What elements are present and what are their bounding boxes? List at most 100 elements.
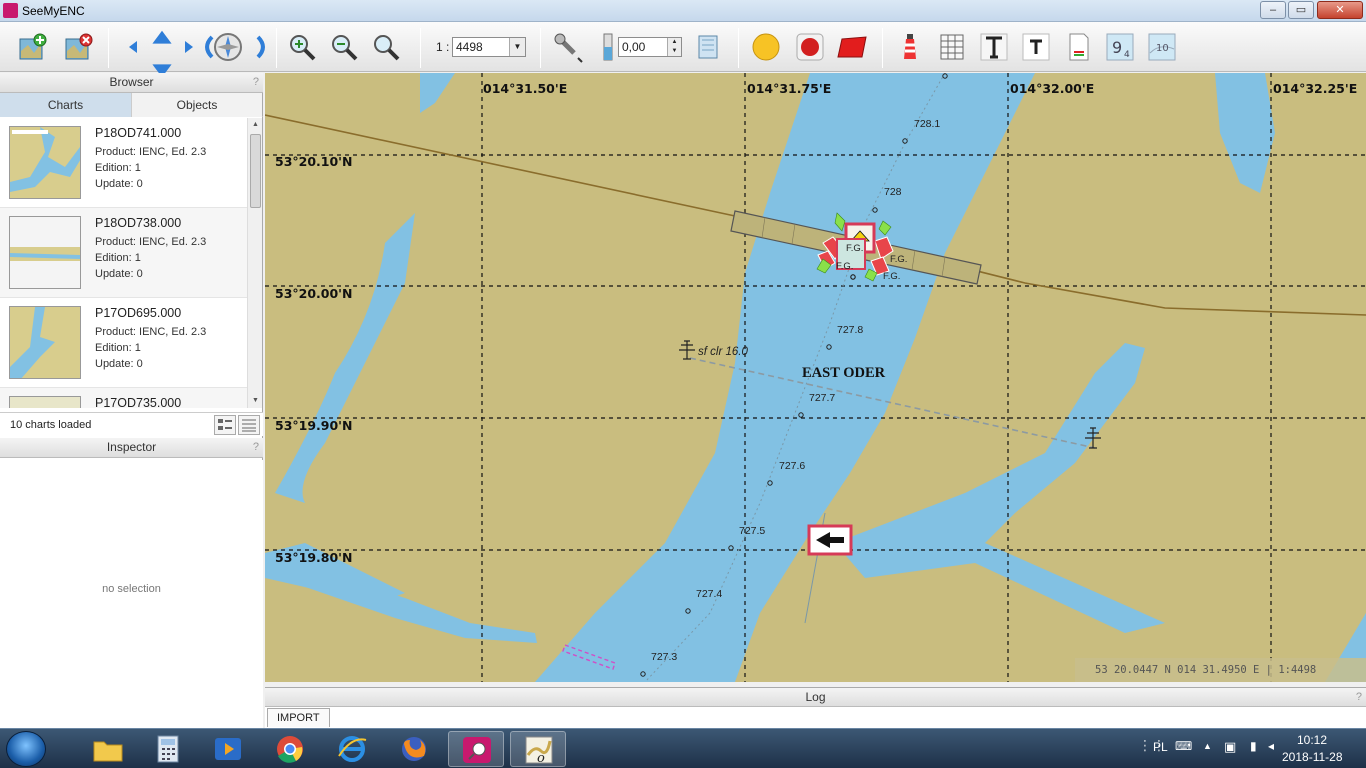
add-chart-icon[interactable] xyxy=(16,31,48,63)
km-label: 727.5 xyxy=(739,525,766,537)
chevron-down-icon[interactable]: ▼ xyxy=(509,38,525,56)
log-panel: IMPORT xyxy=(265,707,1366,728)
browser-title: Browser xyxy=(109,75,154,89)
explorer-icon[interactable] xyxy=(80,731,136,767)
list-item[interactable]: P18OD741.000 Product: IENC, Ed. 2.3 Edit… xyxy=(0,118,247,208)
spin-arrows-icon[interactable]: ▲ ▼ xyxy=(667,38,681,56)
record-icon[interactable] xyxy=(794,31,826,63)
help-icon[interactable]: ? xyxy=(253,438,259,457)
chart-layers-icon[interactable] xyxy=(692,31,724,63)
cursor-coordinates: 53 20.0447 N 014 31.4950 E | 1:4498 xyxy=(1075,658,1366,682)
arrow-sign xyxy=(807,524,853,556)
chart-map-view[interactable]: 014°31.50'E 014°31.75'E 014°32.00'E 014°… xyxy=(265,73,1366,682)
inspector-empty-text: no selection xyxy=(102,583,161,595)
scroll-up-icon[interactable]: ▲ xyxy=(248,118,263,132)
chart-name: P17OD695.000 xyxy=(95,306,182,320)
start-button[interactable] xyxy=(6,731,46,767)
chrome-icon[interactable] xyxy=(262,731,318,767)
volume-icon[interactable]: ◂ xyxy=(1268,739,1274,753)
help-icon[interactable]: ? xyxy=(1356,688,1362,707)
lighthouse-icon[interactable] xyxy=(894,31,926,63)
safety-depth-input[interactable]: 0,00 ▲ ▼ xyxy=(618,37,682,57)
internet-explorer-icon[interactable] xyxy=(324,731,380,767)
settings-tools-icon[interactable] xyxy=(552,31,584,63)
text-tool-icon[interactable] xyxy=(978,31,1010,63)
compass-icon[interactable] xyxy=(212,31,244,63)
light-label: F.G. xyxy=(846,243,864,254)
svg-text:10: 10 xyxy=(1156,43,1169,54)
clock-time[interactable]: 10:12 xyxy=(1297,733,1327,747)
chart-name: P18OD741.000 xyxy=(95,126,182,140)
lat-label: 53°20.00'N xyxy=(275,286,353,301)
title-bar: SeeMyENC – ▭ ✕ xyxy=(0,0,1366,22)
main-toolbar: 1 : 4498 ▼ 0,00 ▲ ▼ 94 10 xyxy=(0,22,1366,78)
lon-label: 014°32.25'E xyxy=(1273,81,1358,96)
list-view-icon[interactable] xyxy=(238,415,260,435)
chart-update: Update: 0 xyxy=(95,358,143,370)
pan-up-icon[interactable] xyxy=(146,26,172,46)
chart-list-scrollbar[interactable]: ▲ ▼ xyxy=(247,118,262,408)
document-edit-icon[interactable] xyxy=(1062,31,1094,63)
pan-right-icon[interactable] xyxy=(172,31,193,63)
close-button[interactable]: ✕ xyxy=(1317,1,1363,19)
clock-date[interactable]: 2018-11-28 xyxy=(1282,750,1343,764)
charts-loaded-count: 10 charts loaded xyxy=(10,419,92,431)
km-label: 727.6 xyxy=(779,460,806,472)
scroll-thumb[interactable] xyxy=(250,134,261,208)
zoom-in-icon[interactable] xyxy=(286,31,318,63)
thumbnail-view-icon[interactable] xyxy=(214,415,236,435)
depth-soundings-icon[interactable]: 94 xyxy=(1104,31,1136,63)
tray-expand-icon[interactable]: ▲ xyxy=(1203,741,1212,751)
chart-name: P18OD738.000 xyxy=(95,216,182,230)
depth-gauge-icon xyxy=(592,31,613,63)
lat-label: 53°19.80'N xyxy=(275,550,353,565)
log-header: Log ? xyxy=(265,687,1366,707)
log-title: Log xyxy=(805,690,826,704)
tab-import[interactable]: IMPORT xyxy=(267,708,330,727)
browser-tabs: Charts Objects xyxy=(0,93,263,117)
help-icon[interactable]: ? xyxy=(253,73,259,92)
river-name-label: EAST ODER xyxy=(802,365,886,381)
km-label: 727.4 xyxy=(696,588,723,600)
pan-down-icon[interactable] xyxy=(146,50,172,78)
text-small-icon[interactable] xyxy=(1020,31,1052,63)
list-item[interactable]: P17OD695.000 Product: IENC, Ed. 2.3 Edit… xyxy=(0,298,247,388)
taskbar: o ⋮⋮ PL ⌨ ▲ ▣ ▮ ◂ 10:12 2018-11-28 xyxy=(0,728,1366,768)
km-label: 728 xyxy=(884,186,902,198)
lon-label: 014°31.75'E xyxy=(747,81,832,96)
scroll-down-icon[interactable]: ▼ xyxy=(248,394,263,408)
grid-icon[interactable] xyxy=(936,31,968,63)
chart-update: Update: 0 xyxy=(95,178,143,190)
network-icon[interactable]: ▮ xyxy=(1250,739,1257,753)
km-label: 727.8 xyxy=(837,324,864,336)
depth-contours-icon[interactable]: 10 xyxy=(1146,31,1178,63)
scale-value: 4498 xyxy=(456,40,483,54)
calculator-icon[interactable] xyxy=(140,731,196,767)
firefox-icon[interactable] xyxy=(386,731,442,767)
inspector-panel: no selection xyxy=(0,460,263,728)
scale-select[interactable]: 4498 ▼ xyxy=(452,37,526,57)
keyboard-icon[interactable]: ⌨ xyxy=(1175,739,1192,753)
area-highlight-icon[interactable] xyxy=(836,31,868,63)
seemyenc-taskbar-icon[interactable] xyxy=(448,731,504,767)
minimize-button[interactable]: – xyxy=(1260,1,1286,19)
maximize-button[interactable]: ▭ xyxy=(1288,1,1314,19)
media-player-icon[interactable] xyxy=(200,731,256,767)
lat-label: 53°19.90'N xyxy=(275,418,353,433)
rotate-left-icon[interactable] xyxy=(192,31,214,63)
zoom-fit-icon[interactable] xyxy=(370,31,402,63)
language-indicator[interactable]: PL xyxy=(1153,740,1168,754)
list-item[interactable]: P18OD738.000 Product: IENC, Ed. 2.3 Edit… xyxy=(0,208,247,298)
remove-chart-icon[interactable] xyxy=(62,31,94,63)
day-mode-icon[interactable] xyxy=(750,31,782,63)
tab-charts[interactable]: Charts xyxy=(0,93,131,117)
tab-objects[interactable]: Objects xyxy=(131,93,262,117)
depth-value: 0,00 xyxy=(622,40,646,54)
list-item[interactable]: P17OD735.000 xyxy=(0,388,247,408)
rotate-right-icon[interactable] xyxy=(246,31,265,63)
action-center-icon[interactable]: ▣ xyxy=(1224,739,1236,755)
chart-viewer-taskbar-icon[interactable]: o xyxy=(510,731,566,767)
browser-header: Browser ? xyxy=(0,73,263,93)
zoom-out-icon[interactable] xyxy=(328,31,360,63)
pan-left-icon[interactable] xyxy=(118,31,137,63)
